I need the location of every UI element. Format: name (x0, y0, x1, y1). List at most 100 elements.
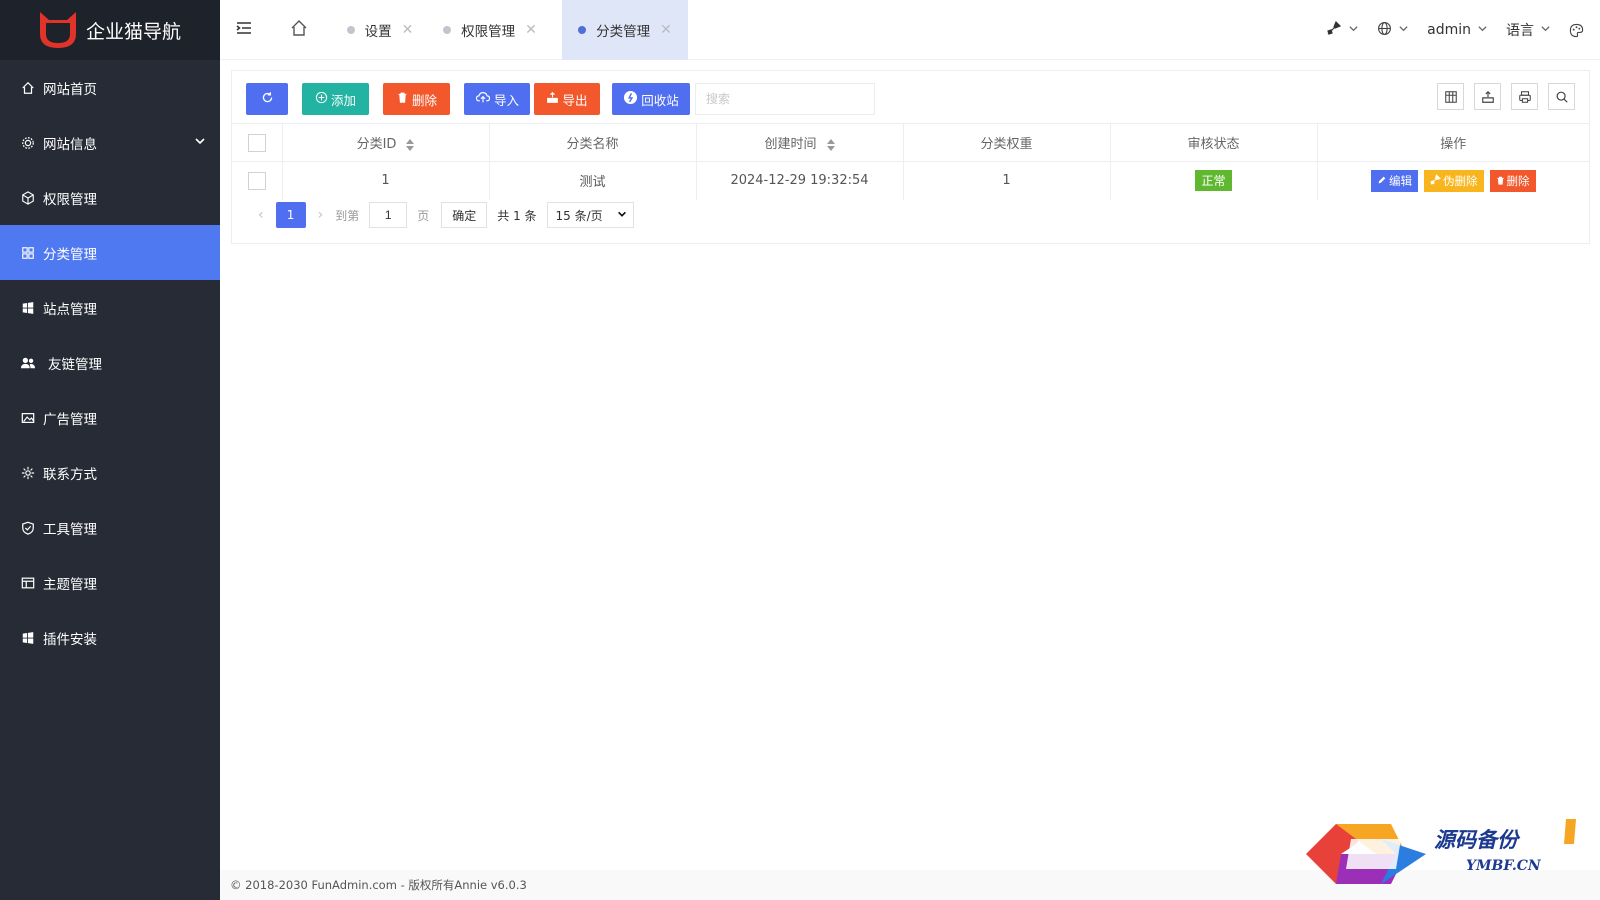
import-button[interactable]: 导入 (464, 83, 530, 115)
search-icon[interactable] (1548, 83, 1575, 110)
trash-icon (396, 91, 409, 107)
pencil-icon (1377, 174, 1387, 188)
goto-page-input[interactable] (369, 202, 408, 228)
table-header-row: 分类ID 分类名称 创建时间 分类权重 审核状态 操作 (232, 123, 1589, 162)
table-toolbar: 添加 删除 导入 导出 回收站 (246, 83, 875, 115)
language-label: 语言 (1506, 23, 1534, 39)
sidebar-item-home[interactable]: 网站首页 (0, 60, 220, 115)
sidebar-item-label: 分类管理 (43, 246, 97, 263)
next-page-icon[interactable]: › (318, 207, 324, 223)
recycle-button-label: 回收站 (641, 92, 679, 108)
sidebar-item-site-info[interactable]: 网站信息 (0, 115, 220, 170)
table-panel: 添加 删除 导入 导出 回收站 分类ID 分类名称 (231, 70, 1590, 244)
pagination: ‹ 1 › 到第 页 确定 共 1 条 15 条/页 (246, 202, 634, 228)
sidebar-item-label: 友链管理 (48, 356, 102, 373)
export-icon (546, 91, 559, 107)
fake-delete-button[interactable]: 伪删除 (1424, 169, 1484, 192)
prev-page-icon[interactable]: ‹ (258, 207, 264, 223)
layout-icon (20, 575, 36, 591)
sidebar-item-plugins[interactable]: 插件安装 (0, 610, 220, 665)
chevron-down-icon (1540, 22, 1551, 38)
add-button[interactable]: 添加 (302, 83, 369, 115)
sidebar-item-label: 权限管理 (43, 191, 97, 208)
cell-created: 2024-12-29 19:32:54 (696, 161, 904, 200)
tab-label: 设置 (364, 24, 392, 40)
print-icon[interactable] (1511, 83, 1538, 110)
sidebar-item-label: 网站信息 (43, 136, 97, 153)
edit-button[interactable]: 编辑 (1371, 169, 1418, 192)
export-button[interactable]: 导出 (534, 83, 600, 115)
row-checkbox[interactable] (247, 171, 266, 190)
import-button-label: 导入 (493, 92, 519, 108)
row-delete-button[interactable]: 删除 (1489, 169, 1536, 192)
goto-confirm-button[interactable]: 确定 (441, 202, 488, 228)
sidebar-item-contact[interactable]: 联系方式 (0, 445, 220, 500)
globe-dropdown[interactable] (1377, 21, 1409, 40)
watermark-text-en: YMBF.CN (1466, 858, 1541, 874)
home-tab-icon[interactable] (290, 19, 308, 41)
status-badge[interactable]: 正常 (1195, 170, 1232, 192)
select-all-cell (232, 123, 283, 162)
cube-icon (20, 190, 36, 206)
close-icon[interactable]: ✕ (525, 22, 537, 38)
cell-actions: 编辑 伪删除 删除 (1317, 161, 1589, 200)
sidebar-item-label: 联系方式 (43, 466, 97, 483)
sidebar-item-ads[interactable]: 广告管理 (0, 390, 220, 445)
grid-icon (20, 245, 36, 261)
windows-icon (20, 630, 36, 646)
chevron-down-icon (1477, 22, 1488, 38)
column-title: 分类名称 (566, 137, 619, 152)
recycle-bin-button[interactable]: 回收站 (612, 83, 690, 115)
cell-status: 正常 (1110, 161, 1318, 200)
sort-icon[interactable] (406, 138, 415, 151)
row-select-cell (232, 161, 283, 200)
refresh-button[interactable] (246, 83, 288, 115)
tab-categories[interactable]: 分类管理 ✕ (562, 0, 688, 60)
cloud-upload-icon (475, 91, 491, 107)
sidebar-item-themes[interactable]: 主题管理 (0, 555, 220, 610)
close-icon[interactable]: ✕ (660, 22, 672, 38)
table-tools (1437, 83, 1575, 110)
clear-cache-dropdown[interactable] (1326, 20, 1359, 40)
header-tools: admin 语言 (1326, 0, 1584, 60)
plus-circle-icon (315, 91, 328, 107)
column-title: 分类ID (356, 137, 397, 152)
sort-icon[interactable] (826, 138, 835, 151)
broom-icon (1326, 20, 1342, 40)
page-size-select[interactable]: 15 条/页 (546, 202, 634, 228)
close-icon[interactable]: ✕ (402, 22, 414, 38)
language-dropdown[interactable]: 语言 (1506, 20, 1551, 40)
logo[interactable]: 企业猫导航 (0, 0, 220, 60)
gear-icon (20, 135, 36, 151)
page-number-current[interactable]: 1 (275, 202, 306, 228)
sidebar-item-categories[interactable]: 分类管理 (0, 225, 220, 280)
tab-permissions[interactable]: 权限管理 ✕ (438, 0, 542, 60)
sidebar-item-label: 网站首页 (43, 81, 97, 98)
user-dropdown[interactable]: admin (1427, 22, 1488, 38)
column-header-id[interactable]: 分类ID (282, 123, 490, 162)
cog-icon (20, 465, 36, 481)
sidebar-item-friend-links[interactable]: 友链管理 (0, 335, 220, 390)
delete-button[interactable]: 删除 (383, 83, 450, 115)
watermark-logo: 源码备份 YMBF.CN (1296, 814, 1586, 894)
select-all-checkbox[interactable] (247, 133, 266, 152)
column-title: 操作 (1440, 137, 1467, 152)
export-data-icon[interactable] (1474, 83, 1501, 110)
sidebar-item-sites[interactable]: 站点管理 (0, 280, 220, 335)
app-title: 企业猫导航 (86, 20, 182, 43)
column-header-created[interactable]: 创建时间 (696, 123, 904, 162)
category-table: 分类ID 分类名称 创建时间 分类权重 审核状态 操作 1 测试 2024-12… (232, 123, 1589, 200)
sidebar-item-tools[interactable]: 工具管理 (0, 500, 220, 555)
top-header: 设置 ✕ 权限管理 ✕ 分类管理 ✕ admin 语言 (220, 0, 1600, 60)
search-input[interactable] (695, 83, 875, 115)
sidebar-item-permissions[interactable]: 权限管理 (0, 170, 220, 225)
column-title: 创建时间 (764, 137, 817, 152)
tab-label: 分类管理 (596, 24, 651, 40)
theme-palette-icon[interactable] (1569, 23, 1584, 38)
column-header-weight: 分类权重 (903, 123, 1111, 162)
broom-icon (1430, 173, 1441, 188)
edit-label: 编辑 (1389, 173, 1412, 188)
tab-settings[interactable]: 设置 ✕ (340, 0, 420, 60)
menu-toggle-icon[interactable] (236, 20, 252, 40)
columns-filter-icon[interactable] (1437, 83, 1464, 110)
